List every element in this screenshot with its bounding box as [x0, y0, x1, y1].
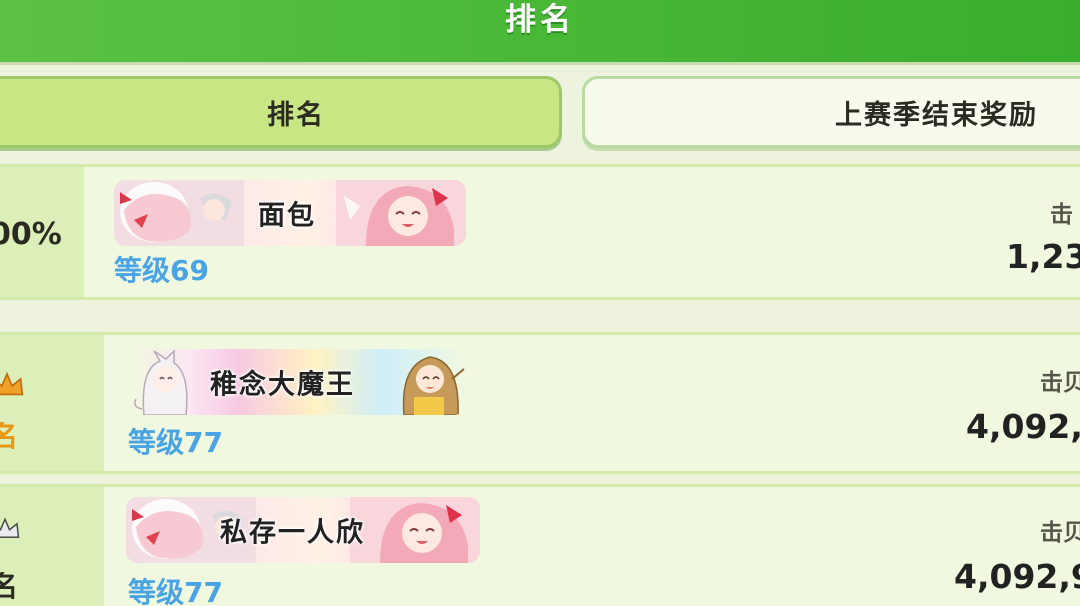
ranking-row[interactable]: 00% 面包 等级69 击 1,23	[0, 164, 1080, 300]
gold-crown-icon	[0, 371, 24, 396]
player-name-banner: 稚念大魔王	[130, 349, 466, 415]
score-value: 1,231	[1006, 237, 1080, 276]
rank-percent: 00%	[0, 217, 62, 252]
player-level: 等级77	[128, 426, 223, 459]
score-label: 击贝	[1040, 370, 1080, 396]
score-label: 击	[1050, 202, 1073, 228]
tab-ranking[interactable]: 排名	[0, 76, 562, 148]
player-name: 稚念大魔王	[210, 369, 355, 401]
ranking-row[interactable]: 名 稚念大魔王 等级77 击贝 4,092,	[0, 332, 1080, 474]
player-name: 私存一人欣	[220, 517, 365, 549]
character-portrait-icon	[114, 180, 244, 246]
title-bar: 排名	[0, 0, 1080, 62]
score-value: 4,092,	[966, 407, 1080, 446]
page-title: 排名	[505, 2, 575, 38]
player-level: 等级69	[114, 254, 209, 287]
character-portrait-icon	[402, 356, 465, 415]
tab-last-season-rewards[interactable]: 上赛季结束奖励	[582, 76, 1080, 148]
player-level: 等级77	[128, 576, 223, 606]
silver-crown-icon	[0, 517, 20, 538]
character-portrait-icon	[336, 180, 466, 246]
score-value: 4,092,9	[954, 557, 1080, 596]
ranking-row[interactable]: 名 私存一人欣 等级77 击贝 4,092,9	[0, 484, 1080, 606]
score-label: 击贝	[1040, 520, 1080, 546]
player-name-banner: 面包	[114, 180, 466, 246]
tab-last-season-rewards-label: 上赛季结束奖励	[835, 99, 1038, 131]
player-name-banner: 私存一人欣	[126, 497, 480, 563]
character-portrait-icon	[350, 497, 480, 563]
character-portrait-icon	[134, 349, 188, 415]
leaderboard-screen: 排名 排名 上赛季结束奖励 00% 面包 等级69 击 1,23 名 稚念大魔王…	[0, 0, 1080, 606]
player-name: 面包	[258, 200, 316, 232]
tab-ranking-label: 排名	[267, 99, 325, 131]
rank-label: 名	[0, 420, 19, 453]
rank-label: 名	[0, 570, 19, 603]
